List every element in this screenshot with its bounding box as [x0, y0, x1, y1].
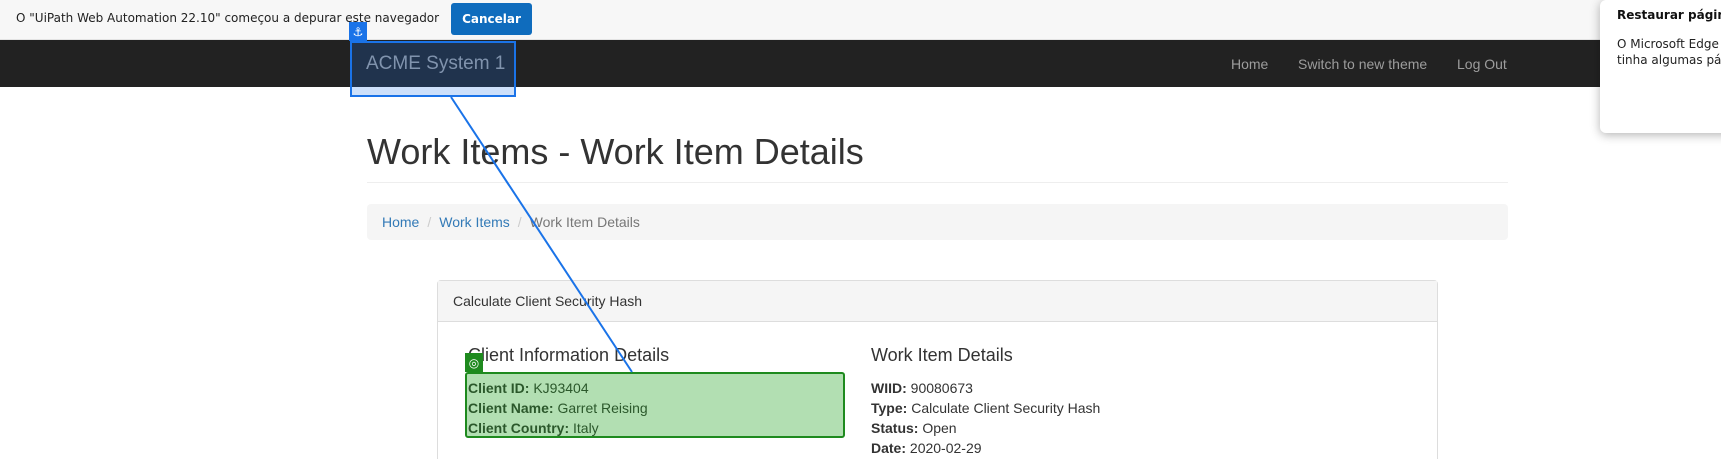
client-info-title: Client Information Details	[468, 345, 670, 365]
date-field: Date: 2020-02-29	[871, 438, 1100, 458]
field-value: 90080673	[906, 380, 973, 396]
type-field: Type: Calculate Client Security Hash	[871, 398, 1100, 418]
field-value: Open	[918, 420, 957, 436]
field-label: WIID:	[871, 380, 907, 396]
breadcrumb-separator: /	[427, 214, 432, 230]
anchor-highlight	[350, 41, 516, 97]
panel-heading: Calculate Client Security Hash	[438, 281, 1437, 322]
top-navbar: ACME System 1 Home Switch to new theme L…	[0, 40, 1721, 87]
cancel-button[interactable]: Cancelar	[451, 3, 532, 35]
restore-popup-line-1: O Microsoft Edge foi	[1617, 37, 1721, 51]
restore-popup-body: O Microsoft Edge foi tinha algumas págin	[1617, 36, 1721, 68]
anchor-icon: ⚓	[349, 22, 367, 41]
restore-pages-popup[interactable]: Restaurar página O Microsoft Edge foi ti…	[1600, 0, 1721, 133]
field-label: Date:	[871, 440, 907, 456]
breadcrumb-home[interactable]: Home	[382, 214, 419, 230]
target-highlight	[465, 372, 845, 438]
target-icon: ◎	[465, 353, 483, 372]
debug-message: O "UiPath Web Automation 22.10" começou …	[16, 11, 440, 25]
breadcrumb-work-items[interactable]: Work Items	[439, 214, 510, 230]
work-item-details-section: Work Item Details WIID: 90080673 Type: C…	[871, 345, 1100, 458]
breadcrumb: Home / Work Items / Work Item Details	[367, 204, 1508, 240]
status-field: Status: Open	[871, 418, 1100, 438]
debug-banner: O "UiPath Web Automation 22.10" começou …	[0, 0, 1721, 40]
page-title: Work Items - Work Item Details	[367, 131, 864, 172]
breadcrumb-separator: /	[517, 214, 522, 230]
nav-switch-theme-link[interactable]: Switch to new theme	[1298, 40, 1427, 87]
field-value: Calculate Client Security Hash	[907, 400, 1101, 416]
wiid-field: WIID: 90080673	[871, 378, 1100, 398]
title-divider	[367, 182, 1508, 183]
field-label: Status:	[871, 420, 919, 436]
restore-popup-title: Restaurar página	[1617, 8, 1721, 22]
breadcrumb-current: Work Item Details	[529, 214, 640, 230]
work-item-details-title: Work Item Details	[871, 345, 1013, 365]
field-label: Type:	[871, 400, 908, 416]
nav-logout-link[interactable]: Log Out	[1457, 40, 1507, 87]
nav-home-link[interactable]: Home	[1231, 40, 1268, 87]
field-value: 2020-02-29	[906, 440, 982, 456]
restore-popup-line-2: tinha algumas págin	[1617, 53, 1721, 67]
